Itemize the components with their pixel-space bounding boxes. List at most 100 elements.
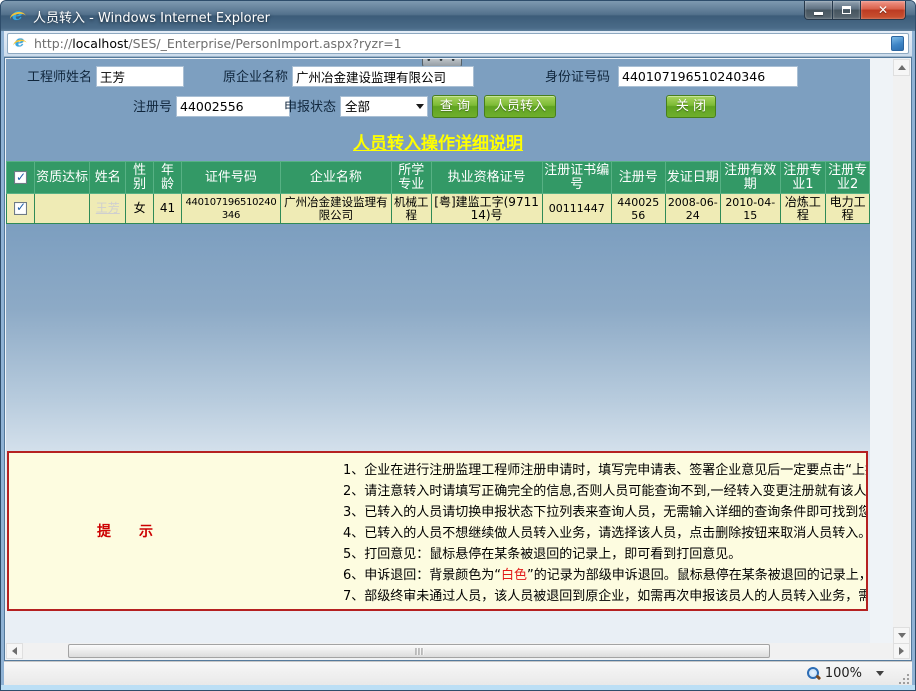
ie-favicon <box>13 36 27 50</box>
person-name-link[interactable]: 王芳 <box>96 201 120 215</box>
row-cell-5: 广州冶金建设监理有限公司 <box>280 194 391 224</box>
tip-line-5: 5、打回意见：鼠标悬停在某条被退回的记录上，即可看到打回意见。 <box>343 544 868 565</box>
row-cell-6: 机械工程 <box>391 194 431 224</box>
row-cell-2: 女 <box>126 194 154 224</box>
id-number-input[interactable] <box>618 66 798 87</box>
horizontal-scrollbar[interactable] <box>6 643 910 659</box>
arrow-left-icon <box>12 647 17 655</box>
col-header-4: 证件号码 <box>181 162 280 194</box>
resize-grip[interactable] <box>899 674 909 684</box>
col-header-6: 所学专业 <box>391 162 431 194</box>
tips-lines: 1、企业在进行注册监理工程师注册申请时，填写完申请表、签署企业意见后一定要点击“… <box>343 460 868 607</box>
magnifier-icon <box>806 666 821 681</box>
row-cell-13: 电力工程 <box>826 194 870 224</box>
row-cell-3: 41 <box>154 194 182 224</box>
tip-line-4: 4、已转入的人员不想继续做人员转入业务，请选择该人员，点击删除按钮来取消人员转入… <box>343 523 868 544</box>
window-controls: ✕ <box>804 1 906 20</box>
browser-window: 人员转入 - Windows Internet Explorer ✕ http:… <box>0 0 916 691</box>
tips-box: 提 示 1、企业在进行注册监理工程师注册申请时，填写完申请表、签署企业意见后一定… <box>7 451 868 611</box>
row-checkbox[interactable] <box>14 202 27 215</box>
compatibility-view-icon[interactable] <box>891 36 904 51</box>
status-bar: 100% <box>4 661 912 687</box>
select-all-checkbox[interactable] <box>14 171 27 184</box>
col-header-1: 姓名 <box>90 162 126 194</box>
row-select-cell <box>7 194 35 224</box>
tip-line-7: 7、部级终审未通过人员，该人员被退回到原企业，如需再次申报该员人的人员转入业务，… <box>343 586 868 607</box>
window-bottom-border <box>1 685 915 690</box>
vertical-scrollbar[interactable] <box>893 59 910 644</box>
tip-line-1: 1、企业在进行注册监理工程师注册申请时，填写完申请表、签署企业意见后一定要点击“… <box>343 460 868 481</box>
scroll-down-button[interactable] <box>893 627 910 644</box>
col-header-9: 注册号 <box>611 162 665 194</box>
arrow-down-icon <box>898 633 906 638</box>
id-number-label: 身份证号码 <box>534 67 610 89</box>
ie-logo-icon <box>10 8 27 25</box>
person-import-button[interactable]: 人员转入 <box>484 95 556 118</box>
scroll-left-button[interactable] <box>6 643 23 659</box>
row-cell-0 <box>34 194 90 224</box>
row-cell-11: 2010-04-15 <box>721 194 780 224</box>
register-no-label: 注册号 <box>66 97 172 119</box>
row-cell-8: 00111447 <box>542 194 611 224</box>
col-header-12: 注册专业1 <box>780 162 826 194</box>
col-header-11: 注册有效期 <box>721 162 780 194</box>
zoom-control[interactable]: 100% <box>806 666 884 681</box>
window-title: 人员转入 - Windows Internet Explorer <box>33 7 270 26</box>
col-header-13: 注册专业2 <box>826 162 870 194</box>
scroll-right-button[interactable] <box>893 643 910 659</box>
register-no-input[interactable] <box>176 96 290 117</box>
declare-status-value: 全部 <box>345 99 370 114</box>
engineer-name-label: 工程师姓名 <box>14 67 92 89</box>
chevron-down-icon <box>416 104 424 109</box>
arrow-right-icon <box>899 647 904 655</box>
highlight-text: 白色 <box>501 568 527 583</box>
maximize-button[interactable] <box>833 1 861 20</box>
col-header-7: 执业资格证号 <box>431 162 542 194</box>
address-bar: http://localhost/SES/_Enterprise/PersonI… <box>4 31 912 57</box>
declare-status-label: 申报状态 <box>278 97 336 119</box>
zoom-level: 100% <box>825 666 862 681</box>
col-header-2: 性别 <box>126 162 154 194</box>
minimize-icon <box>814 12 823 15</box>
col-header-3: 年龄 <box>154 162 182 194</box>
title-bar: 人员转入 - Windows Internet Explorer ✕ <box>1 1 915 31</box>
minimize-button[interactable] <box>804 1 833 20</box>
tips-label: 提 示 <box>97 521 153 541</box>
zoom-dropdown-icon <box>876 671 884 676</box>
original-company-label: 原企业名称 <box>210 67 288 89</box>
col-header-0: 资质达标 <box>34 162 90 194</box>
declare-status-select[interactable]: 全部 <box>340 96 428 117</box>
import-help-link[interactable]: 人员转入操作详细说明 <box>353 134 523 154</box>
close-window-button[interactable]: ✕ <box>861 1 906 20</box>
close-page-button[interactable]: 关 闭 <box>666 95 716 118</box>
query-button[interactable]: 查 询 <box>432 95 478 118</box>
table-row: 王芳女41440107196510240346广州冶金建设监理有限公司机械工程[… <box>7 194 870 224</box>
arrow-up-icon <box>898 65 906 70</box>
tip-line-6: 6、申诉退回：背景颜色为“白色”的记录为部级申诉退回。鼠标悬停在某条被退回的记录… <box>343 565 868 586</box>
content-frame: • • • • 工程师姓名 原企业名称 身份证号码 注册号 申报状态 全部 查 … <box>4 57 912 661</box>
person-table: 资质达标姓名性别年龄证件号码企业名称所学专业执业资格证号注册证书编号注册号发证日… <box>6 161 870 224</box>
scroll-up-button[interactable] <box>893 59 910 76</box>
col-header-8: 注册证书编号 <box>542 162 611 194</box>
row-cell-9: 44002556 <box>611 194 665 224</box>
maximize-icon <box>842 6 851 14</box>
tip-line-2: 2、请注意转入时请填写正确完全的信息,否则人员可能查询不到,一经转入变更注册就有… <box>343 481 868 502</box>
col-header-10: 发证日期 <box>665 162 721 194</box>
close-icon: ✕ <box>878 3 888 17</box>
help-link-row: 人员转入操作详细说明 <box>6 129 870 154</box>
row-cell-1: 王芳 <box>90 194 126 224</box>
col-header-5: 企业名称 <box>280 162 391 194</box>
horizontal-scroll-thumb[interactable] <box>68 644 770 658</box>
url-input[interactable]: http://localhost/SES/_Enterprise/PersonI… <box>7 33 909 54</box>
row-cell-12: 冶炼工程 <box>780 194 826 224</box>
tip-line-3: 3、已转入的人员请切换申报状态下拉列表来查询人员，无需输入详细的查询条件即可找到… <box>343 502 868 523</box>
page-content: • • • • 工程师姓名 原企业名称 身份证号码 注册号 申报状态 全部 查 … <box>6 59 870 643</box>
row-cell-4: 440107196510240346 <box>181 194 280 224</box>
select-all-header-cell <box>7 162 35 194</box>
url-text: http://localhost/SES/_Enterprise/PersonI… <box>34 36 891 51</box>
scroll-thumb-grip-icon <box>416 648 423 655</box>
engineer-name-input[interactable] <box>96 66 184 87</box>
original-company-input[interactable] <box>292 66 474 87</box>
row-cell-7: [粤]建监工字(971114)号 <box>431 194 542 224</box>
row-cell-10: 2008-06-24 <box>665 194 721 224</box>
